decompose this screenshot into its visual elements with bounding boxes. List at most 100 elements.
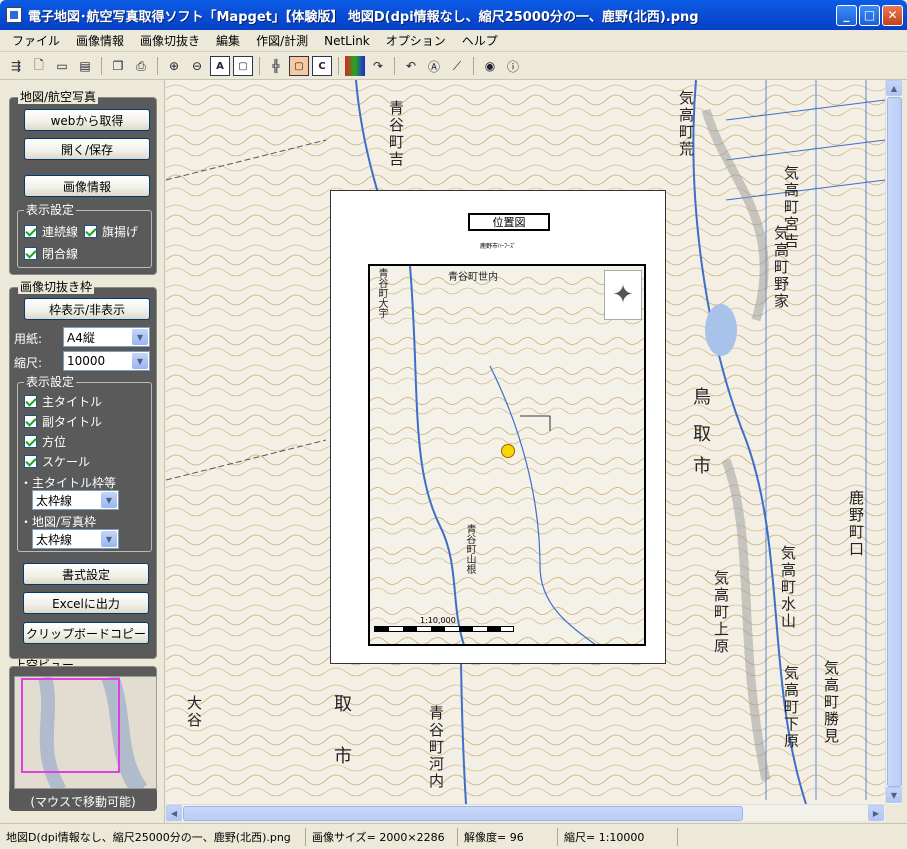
map-label: 青谷町吉 xyxy=(387,100,405,168)
display-settings-group-2: 表示設定 主タイトル 副タイトル 方位 スケール ・主タイトル枠等 太枠線 ▼ … xyxy=(17,375,152,552)
image-info-button[interactable]: 画像情報 xyxy=(24,175,150,197)
check-continuous-line[interactable]: 連続線 xyxy=(24,223,78,240)
scale-text: 1:10,000 xyxy=(420,616,456,625)
checkbox-checked[interactable] xyxy=(24,395,37,408)
map-canvas[interactable]: 青谷町吉 気高町宮吉 気高町野家 気高町水山 気高町上原 気高町下原 青谷町河内… xyxy=(166,80,885,804)
overview-map[interactable] xyxy=(14,676,157,789)
scroll-down-icon[interactable]: ▼ xyxy=(886,787,902,803)
scale-select[interactable]: 10000 ▼ xyxy=(63,351,150,371)
folder-icon[interactable]: ▭ xyxy=(52,56,72,76)
window-title: 電子地図･航空写真取得ソフト「Mapget」【体験版】 地図D(dpi情報なし、… xyxy=(28,9,699,25)
menu-image-info[interactable]: 画像情報 xyxy=(68,30,132,51)
check-direction[interactable]: 方位 xyxy=(24,433,66,450)
status-resolution: 解像度= 96 xyxy=(458,827,558,846)
map-label: 青谷町河内 xyxy=(427,705,445,790)
web-fetch-button[interactable]: webから取得 xyxy=(24,109,150,131)
close-button[interactable]: ✕ xyxy=(882,4,903,26)
undo-icon[interactable]: ↶ xyxy=(401,56,421,76)
menu-edit[interactable]: 編集 xyxy=(208,30,248,51)
map-label: 大谷 xyxy=(185,695,203,729)
map-kanji: 取 xyxy=(693,424,711,445)
chevron-down-icon[interactable]: ▼ xyxy=(101,531,117,547)
crop-c-icon[interactable]: C xyxy=(312,56,332,76)
excel-export-button[interactable]: Excelに出力 xyxy=(23,592,149,614)
checkbox-checked[interactable] xyxy=(24,247,37,260)
map-photo-group-label: 地図/航空写真 xyxy=(18,90,99,104)
checkbox-checked[interactable] xyxy=(24,455,37,468)
maximize-button[interactable]: □ xyxy=(859,4,880,26)
line-icon[interactable]: ⟋ xyxy=(447,56,467,76)
check-main-title[interactable]: 主タイトル xyxy=(24,393,102,410)
minimize-button[interactable]: _ xyxy=(836,4,857,26)
paper-select[interactable]: A4縦 ▼ xyxy=(63,327,150,347)
chevron-down-icon[interactable]: ▼ xyxy=(132,329,148,345)
app-icon xyxy=(6,7,22,23)
print-preview-paper[interactable]: 位置図 鹿野市ﾊｰﾌｰｽﾞ 青谷町世内 青谷町大宇 青谷町山根 ✦ 1:10,0… xyxy=(330,190,666,664)
frame-icon[interactable]: ▢ xyxy=(289,56,309,76)
chevron-down-icon[interactable]: ▼ xyxy=(101,492,117,508)
rotate-icon[interactable]: ↷ xyxy=(368,56,388,76)
scroll-right-icon[interactable]: ▶ xyxy=(868,805,884,821)
toolbar: ⇶ 🗋 ▭ ▤ ❐ ⎙ ⊕ ⊖ A ▢ ╬ ▢ C ↷ ↶ Ⓐ ⟋ ◉ ⓘ xyxy=(0,53,907,80)
print-icon[interactable]: ⎙ xyxy=(131,56,151,76)
save-icon[interactable]: ▤ xyxy=(75,56,95,76)
fit-box-icon[interactable]: ▢ xyxy=(233,56,253,76)
check-sub-title[interactable]: 副タイトル xyxy=(24,413,102,430)
zoom-out-icon[interactable]: ⊖ xyxy=(187,56,207,76)
text-a-icon[interactable]: Ⓐ xyxy=(424,56,444,76)
checkbox-checked[interactable] xyxy=(24,225,37,238)
menu-options[interactable]: オプション xyxy=(378,30,454,51)
display-settings-group: 表示設定 連続線 旗揚げ 閉合線 xyxy=(17,203,152,268)
vertical-scroll-thumb[interactable] xyxy=(887,97,902,787)
location-marker[interactable] xyxy=(501,444,515,458)
check-closure-line[interactable]: 閉合線 xyxy=(24,245,78,262)
map-frame-select[interactable]: 太枠線 ▼ xyxy=(32,529,119,549)
checkbox-checked[interactable] xyxy=(24,415,37,428)
fit-a-icon[interactable]: A xyxy=(210,56,230,76)
compass-icon: ✦ xyxy=(604,270,642,320)
new-file-icon[interactable]: 🗋 xyxy=(29,56,49,76)
clipboard-copy-button[interactable]: クリップボードコピー xyxy=(23,622,149,644)
checkbox-checked[interactable] xyxy=(84,225,97,238)
main-title-frame-select[interactable]: 太枠線 ▼ xyxy=(32,490,119,510)
vertical-scrollbar[interactable]: ▲ ▼ xyxy=(885,80,902,804)
menu-help[interactable]: ヘルプ xyxy=(454,30,506,51)
frame-toggle-button[interactable]: 枠表示/非表示 xyxy=(24,298,150,320)
copy-icon[interactable]: ❐ xyxy=(108,56,128,76)
check-flag[interactable]: 旗揚げ xyxy=(84,223,138,240)
menu-file[interactable]: ファイル xyxy=(4,30,68,51)
zoom-in-icon[interactable]: ⊕ xyxy=(164,56,184,76)
format-settings-button[interactable]: 書式設定 xyxy=(23,563,149,585)
checkbox-checked[interactable] xyxy=(24,435,37,448)
menu-image-crop[interactable]: 画像切抜き xyxy=(132,30,208,51)
paper-map-label: 青谷町山根 xyxy=(464,524,475,574)
menu-draw-measure[interactable]: 作図/計測 xyxy=(248,30,316,51)
horizontal-scroll-thumb[interactable] xyxy=(183,806,743,821)
open-file-icon[interactable]: ⇶ xyxy=(6,56,26,76)
scroll-left-icon[interactable]: ◀ xyxy=(166,805,182,821)
chevron-down-icon[interactable]: ▼ xyxy=(132,353,148,369)
paper-map-frame: 青谷町世内 青谷町大宇 青谷町山根 ✦ 1:10,000 xyxy=(368,264,646,646)
scroll-up-icon[interactable]: ▲ xyxy=(886,80,902,96)
horizontal-scrollbar[interactable]: ◀ ▶ xyxy=(166,804,885,821)
paper-label: 用紙: xyxy=(14,332,43,346)
grid-icon[interactable]: ╬ xyxy=(266,56,286,76)
paper-map-label: 青谷町大宇 xyxy=(376,268,387,318)
status-bar: 地図D(dpi情報なし、縮尺25000分の一、鹿野(北西).png 画像サイズ=… xyxy=(0,823,907,849)
open-save-button[interactable]: 開く/保存 xyxy=(24,138,150,160)
color-icon[interactable] xyxy=(345,56,365,76)
menu-bar: ファイル 画像情報 画像切抜き 編集 作図/計測 NetLink オプション ヘ… xyxy=(0,30,907,52)
globe-icon[interactable]: ◉ xyxy=(480,56,500,76)
map-label: 気高町上原 xyxy=(712,570,730,655)
paper-sub-title: 鹿野市ﾊｰﾌｰｽﾞ xyxy=(479,243,516,250)
display-settings-label-2: 表示設定 xyxy=(24,375,77,389)
map-kanji: 取 xyxy=(334,694,352,715)
check-scale[interactable]: スケール xyxy=(24,453,90,470)
menu-netlink[interactable]: NetLink xyxy=(316,32,378,50)
help-icon[interactable]: ⓘ xyxy=(503,56,523,76)
map-label: 気高町下原 xyxy=(782,665,800,750)
status-scale: 縮尺= 1:10000 xyxy=(558,827,678,846)
left-panel: 地図/航空写真 webから取得 開く/保存 画像情報 表示設定 連続線 旗揚げ … xyxy=(0,80,165,823)
scale-bar xyxy=(374,626,514,632)
map-kanji: 市 xyxy=(334,746,352,767)
